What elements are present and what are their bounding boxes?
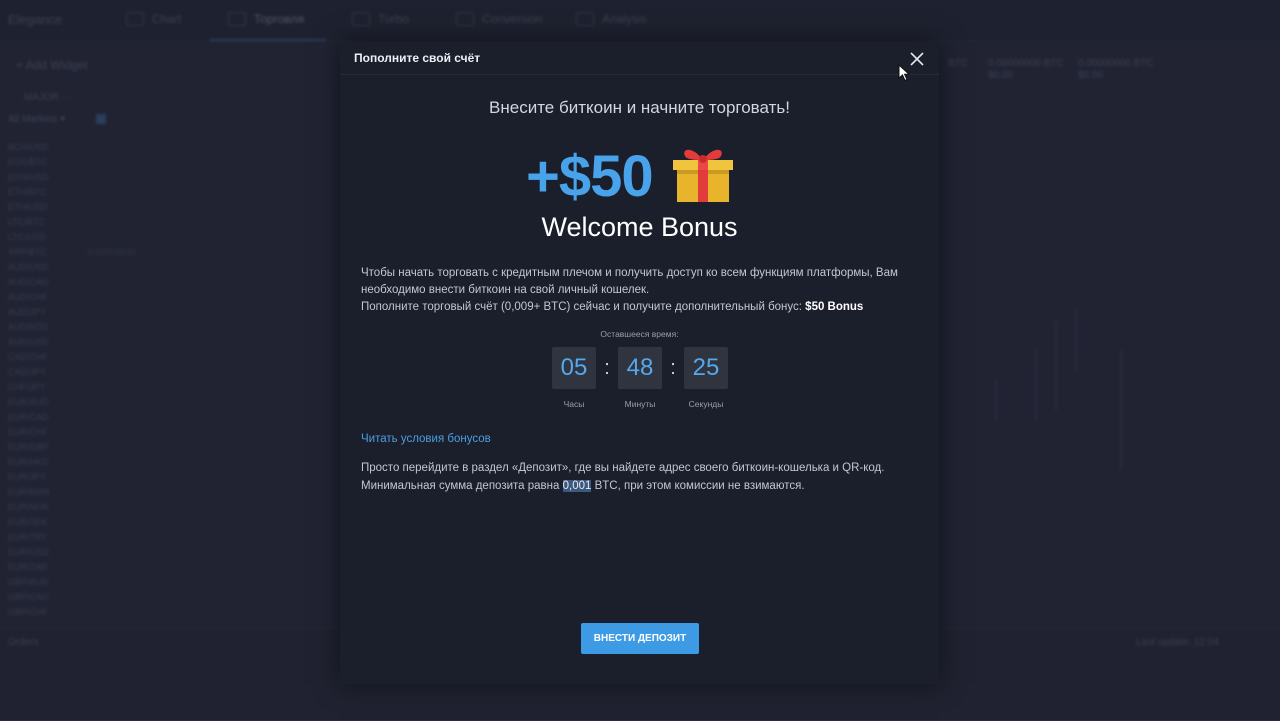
timer-separator: :	[670, 357, 676, 379]
description-offer: Пополните торговый счёт (0,009+ BTC) сей…	[361, 301, 864, 313]
timer-seconds: 25 Секунды	[684, 347, 728, 409]
bonus-terms-link[interactable]: Читать условия бонусов	[361, 433, 491, 445]
welcome-bonus-label: Welcome Bonus	[541, 212, 738, 242]
modal-title: Пополните свой счёт	[354, 51, 481, 65]
mouse-cursor-icon	[898, 64, 911, 82]
timer-minutes-value: 48	[618, 347, 662, 389]
deposit-info: Просто перейдите в раздел «Депозит», где…	[361, 459, 921, 495]
gift-icon	[672, 149, 733, 202]
modal-header: Пополните свой счёт	[340, 42, 939, 82]
timer-separator: :	[604, 357, 610, 379]
timer-minutes: 48 Минуты	[618, 347, 662, 409]
selected-text-highlight[interactable]: 0,001	[562, 480, 592, 492]
timer-hours-label: Часы	[563, 399, 585, 409]
description-paragraph: Чтобы начать торговать с кредитным плечо…	[361, 267, 898, 296]
timer-seconds-label: Секунды	[688, 399, 724, 409]
timer-minutes-label: Минуты	[624, 399, 656, 409]
minimum-deposit-line: Минимальная сумма депозита равна 0,001 B…	[361, 480, 805, 492]
bonus-highlight: $50 Bonus	[805, 301, 864, 313]
timer-hours: 05 Часы	[552, 347, 596, 409]
countdown-timer: 05 Часы : 48 Минуты : 25 Секунды	[552, 347, 728, 409]
bonus-description: Чтобы начать торговать с кредитным плечо…	[361, 265, 921, 316]
deposit-modal: Пополните свой счёт Внесите биткоин и на…	[340, 42, 939, 684]
deposit-button[interactable]: ВНЕСТИ ДЕПОЗИТ	[581, 623, 699, 654]
bonus-headline: +$50	[526, 140, 735, 214]
deposit-info-line: Просто перейдите в раздел «Депозит», где…	[361, 462, 885, 474]
timer-hours-value: 05	[552, 347, 596, 389]
bonus-amount: +$50	[526, 144, 654, 209]
timer-seconds-value: 25	[684, 347, 728, 389]
modal-subtitle: Внесите биткоин и начните торговать!	[489, 98, 790, 117]
timer-label: Оставшееся время:	[600, 329, 679, 339]
